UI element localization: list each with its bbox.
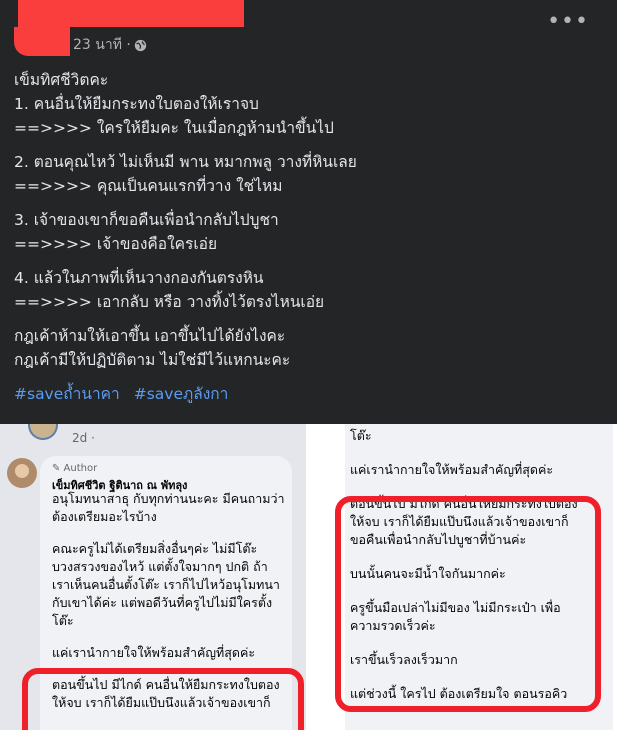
post-time[interactable]: 23 นาที · <box>73 34 131 56</box>
post-line: 1. คนอื่นให้ยืมกระทงใบตองให้เราจบ <box>14 95 259 113</box>
commenter-avatar <box>7 458 37 488</box>
author-badge: ✎ Author <box>52 463 98 474</box>
globe-icon <box>134 39 147 51</box>
comment-line: โต๊ะ <box>350 428 372 443</box>
post-line: ==>>>> เอากลับ หรือ วางทิ้งไว้ตรงไหนเอ่ย <box>14 293 325 311</box>
hashtags: #saveถ้ำนาคา #saveภูลังกา <box>14 382 604 406</box>
hashtag-link[interactable]: #saveถ้ำนาคา <box>14 382 120 406</box>
post-block: 2. ตอนคุณไหว้ ไม่เห็นมี พาน หมากพลู วางท… <box>14 150 604 198</box>
post-block: กฎเค้าห้ามให้เอาขึ้น เอาขึ้นไปได้ยังไงคะ… <box>14 324 604 372</box>
post-text: เข็มทิศชีวิตคะ 1. คนอื่นให้ยืมกระทงใบตอง… <box>14 68 604 406</box>
comment-line: ต้องเตรียมอะไรบ้าง <box>52 509 157 524</box>
comment-line: กับเขาได้ค่ะ แต่พอดีวันที่ครูไปไม่มีใครต… <box>52 595 273 610</box>
post-meta: 23 นาที · <box>73 34 147 56</box>
post-line: 2. ตอนคุณไหว้ ไม่เห็นมี พาน หมากพลู วางท… <box>14 153 357 171</box>
more-options-button[interactable]: ••• <box>547 11 589 33</box>
post-block: เข็มทิศชีวิตคะ 1. คนอื่นให้ยืมกระทงใบตอง… <box>14 68 604 140</box>
post-line: 3. เจ้าของเขาก็ขอคืนเพื่อนำกลับไปบูชา <box>14 211 279 229</box>
comment-time: 2d · <box>72 431 95 445</box>
comment-line: แค่เรานำกายใจให้พร้อมสำคัญที่สุดค่ะ <box>52 645 256 660</box>
post-line: ==>>>> เจ้าของคือใครเอ่ย <box>14 235 218 253</box>
comment-line: บวงสรวงของไหว้ แต่ตั้งใจมากๆ ปกติ ถ้า <box>52 559 268 574</box>
post-line: 4. แล้วในภาพที่เห็นวางกองกันตรงหิน <box>14 269 264 287</box>
comment-line: คณะครูไม่ได้เตรียมสิ่งอื่นๆค่ะ ไม่มีโต๊ะ <box>52 541 258 556</box>
avatar <box>28 424 58 440</box>
highlight-box <box>22 668 304 730</box>
comment-line: เราเห็นคนอื่นตั้งโต๊ะ เราก็ไปไหว้อนุโมทน… <box>52 577 280 592</box>
post-card: 23 นาที · ••• เข็มทิศชีวิตคะ 1. คนอื่นให… <box>0 0 617 424</box>
post-line: กฎเค้าห้ามให้เอาขึ้น เอาขึ้นไปได้ยังไงคะ <box>14 327 286 345</box>
hashtag-link[interactable]: #saveภูลังกา <box>134 382 229 406</box>
post-line: กฎเค้ามีให้ปฏิบัติตาม ไม่ใช่มีไว้แหกนะคะ <box>14 351 291 369</box>
comment-line: อนุโมทนาสาธุ กับทุกท่านนะคะ มีคนถามว่า <box>52 491 285 506</box>
comment-line: แค่เรานำกายใจให้พร้อมสำคัญที่สุดค่ะ <box>350 462 554 477</box>
redacted-avatar <box>14 27 70 56</box>
comment-line: โต๊ะ <box>52 613 74 628</box>
post-line: ==>>>> ใครให้ยืมคะ ในเมื่อกฎห้ามนำขึ้นไป <box>14 119 334 137</box>
redacted-name <box>18 0 244 27</box>
post-block: 4. แล้วในภาพที่เห็นวางกองกันตรงหิน ==>>>… <box>14 266 604 314</box>
highlight-box <box>335 496 601 712</box>
post-line: เข็มทิศชีวิตคะ <box>14 71 109 89</box>
post-block: 3. เจ้าของเขาก็ขอคืนเพื่อนำกลับไปบูชา ==… <box>14 208 604 256</box>
post-line: ==>>>> คุณเป็นคนแรกที่วาง ใช่ไหม <box>14 177 283 195</box>
